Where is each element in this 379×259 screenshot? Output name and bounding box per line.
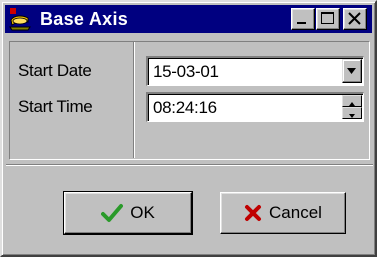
maximize-button[interactable] [316,8,340,30]
start-date-dropdown[interactable]: 15-03-01 [146,56,364,86]
start-time-spinner[interactable]: 08:24:16 [146,92,364,122]
cross-icon [244,204,262,222]
start-time-value: 08:24:16 [153,98,217,117]
chevron-down-icon [347,68,356,74]
window-title: Base Axis [40,8,129,29]
cancel-button[interactable]: Cancel [220,192,346,234]
checkmark-icon [101,203,124,223]
minimize-icon [297,22,306,24]
spin-down-icon [349,114,355,118]
ok-button-label: OK [130,203,155,222]
maximize-icon [321,12,334,24]
close-icon [348,12,361,25]
start-date-label: Start Date [18,61,92,80]
app-icon[interactable] [8,6,34,32]
dialog-window: Base Axis Start Date Start Time 15-03-01 [0,0,377,257]
ok-button[interactable]: OK [63,191,193,235]
minimize-button[interactable] [291,8,315,30]
close-button[interactable] [343,8,367,30]
start-date-dropdown-button[interactable] [342,59,362,83]
start-time-label: Start Time [18,97,93,116]
start-date-value: 15-03-01 [153,62,219,81]
spin-up-button[interactable] [342,95,362,107]
title-bar[interactable]: Base Axis [5,5,372,33]
cancel-button-label: Cancel [269,203,322,222]
spin-down-button[interactable] [342,107,362,119]
separator-highlight [6,165,373,166]
label-divider-highlight [134,42,135,158]
